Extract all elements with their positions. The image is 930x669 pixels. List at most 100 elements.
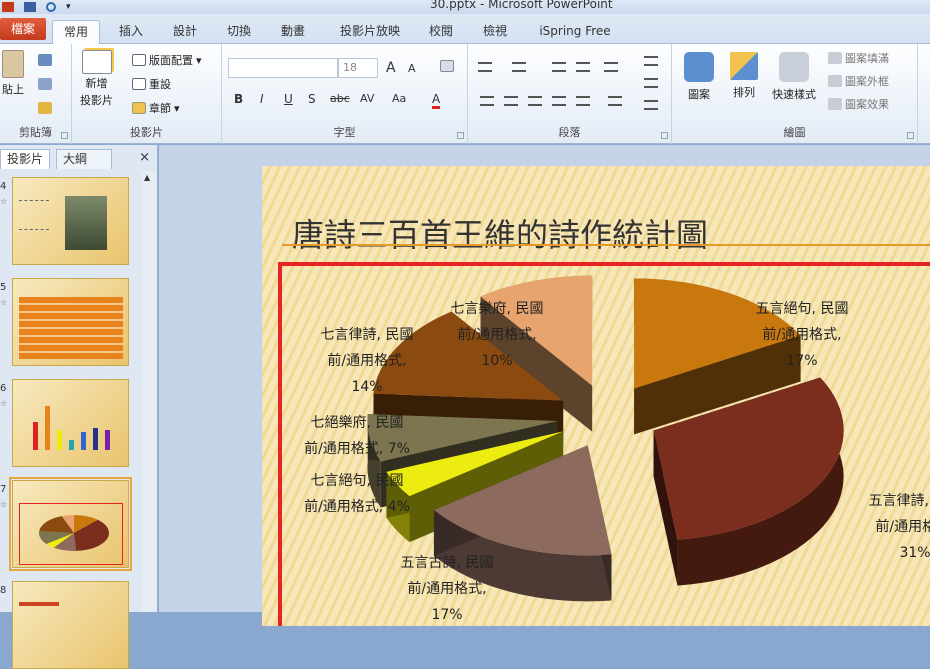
change-case-button[interactable]: Aa [392,92,406,105]
align-right-icon[interactable] [528,96,542,106]
data-label[interactable]: 七言樂府, 民國 前/通用格式, 10% [432,296,562,374]
shape-effects-button[interactable]: 圖案效果 [828,96,889,112]
data-label[interactable]: 五言律詩, 民國前/通用格式, 31% [830,488,930,566]
tab-file[interactable]: 檔案 [0,18,46,40]
strikethrough-button[interactable]: abc [330,92,350,105]
format-painter-icon[interactable] [38,102,52,114]
quick-styles-button[interactable]: 快速樣式 [772,52,816,102]
slides-panel: 投影片 大綱 × 4 ☆ 5 ☆ 6 ☆ 7 ☆ 8 ▲ [0,145,158,669]
font-size-select[interactable]: 18 [338,58,378,78]
quick-styles-icon [779,52,809,82]
shape-fill-button[interactable]: 圖案填滿 [828,50,889,66]
customize-qat-icon[interactable]: ▾ [66,2,74,12]
close-panel-icon[interactable]: × [139,150,150,165]
decrease-indent-icon[interactable] [552,62,566,72]
shape-effects-icon [828,98,842,110]
data-label-line: 七絕樂府, 民國 [310,415,404,431]
font-color-button[interactable]: A [432,92,441,109]
clear-formatting-icon[interactable] [440,60,454,72]
char-spacing-button[interactable]: AV [360,92,374,105]
shapes-button[interactable]: 圖案 [684,52,714,102]
columns-icon[interactable] [608,96,622,106]
copy-icon[interactable] [38,78,52,90]
slide-thumbnail-selected [9,477,132,571]
align-center-icon[interactable] [504,96,518,106]
data-label-line: 五言古詩, 民國 [400,555,494,571]
clipboard-launcher-icon[interactable] [61,132,68,139]
shape-fill-icon [828,52,842,64]
data-label-line: 前/通用格式, 4% [304,499,410,515]
bullets-icon[interactable] [478,62,492,72]
align-text-icon[interactable] [644,78,658,88]
tab-slides-panel[interactable]: 投影片 [0,149,50,169]
tab-design[interactable]: 設計 [162,20,208,44]
data-label[interactable]: 五言古詩, 民國 前/通用格式, 17% [372,550,522,626]
arrange-button[interactable]: 排列 [730,52,758,100]
smartart-icon[interactable] [644,100,658,110]
bold-button[interactable]: B [234,92,243,106]
shape-outline-icon [828,75,842,87]
shadow-button[interactable]: S [308,92,316,106]
font-name-select[interactable] [228,58,338,78]
line-spacing-icon[interactable] [604,62,618,72]
data-label[interactable]: 七絕樂府, 民國 前/通用格式, 7% [292,410,422,462]
justify-icon[interactable] [552,96,566,106]
section-icon [132,102,146,114]
tab-ispring[interactable]: iSpring Free [530,20,620,44]
paste-button[interactable]: 貼上 [2,50,24,97]
shape-outline-button[interactable]: 圖案外框 [828,73,889,89]
shapes-icon [684,52,714,82]
font-launcher-icon[interactable] [457,132,464,139]
tab-transitions[interactable]: 切換 [216,20,262,44]
layout-icon [132,54,146,66]
tab-view[interactable]: 檢視 [472,20,518,44]
slide-thumbnail [12,581,129,669]
slide-title[interactable]: 唐詩三百首王維的詩作統計圖 [292,210,708,256]
italic-button[interactable]: I [260,92,264,106]
data-label[interactable]: 七言絕句, 民國 前/通用格式, 4% [292,468,422,520]
ribbon: 貼上 剪貼簿 新增 投影片 版面配置 ▾ 重設 章節 ▾ 投影片 18 A A … [0,44,930,144]
scroll-up-icon[interactable]: ▲ [144,173,150,182]
tab-outline-panel[interactable]: 大綱 [56,149,112,169]
undo-icon[interactable] [46,2,56,12]
numbering-icon[interactable] [512,62,526,72]
tab-slideshow[interactable]: 投影片放映 [330,20,410,44]
paragraph-launcher-icon[interactable] [661,132,668,139]
data-label-line: 前/通用格式, [407,581,487,597]
shrink-font-button[interactable]: A [408,62,416,75]
data-label-line: 31% [899,545,930,561]
slide[interactable]: 唐詩三百首王維的詩作統計圖 五言絕句, 民國前/通用格式, 17% 五言律詩, 民國… [262,166,930,626]
title-bar: ▾ 30.pptx - Microsoft PowerPoint [0,0,930,14]
data-label-line: 14% [351,379,383,395]
clipboard-group: 貼上 剪貼簿 [0,44,72,144]
reset-button[interactable]: 重設 [132,76,171,92]
section-button[interactable]: 章節 ▾ [132,100,180,116]
data-label-line: 七言絕句, 民國 [310,473,404,489]
data-label[interactable]: 五言絕句, 民國 前/通用格式, 17% [722,296,882,374]
data-label-line: 前/通用格式, [457,327,537,343]
new-slide-button[interactable]: 新增 投影片 [80,50,113,108]
tab-home[interactable]: 常用 [52,20,100,44]
data-label[interactable]: 七言律詩, 民國 前/通用格式, 14% [302,322,432,400]
title-underline [282,244,930,246]
distributed-icon[interactable] [576,96,590,106]
drawing-group: 圖案 排列 快速樣式 圖案填滿 圖案外框 圖案效果 繪圖 [672,44,918,144]
save-icon[interactable] [24,2,36,12]
increase-indent-icon[interactable] [576,62,590,72]
layout-button[interactable]: 版面配置 ▾ [132,52,202,68]
data-label-line: 前/通用格式, [327,353,407,369]
underline-button[interactable]: U [284,92,293,106]
slides-group-label: 投影片 [130,126,163,139]
cut-icon[interactable] [38,54,52,66]
grow-font-button[interactable]: A [386,60,396,76]
panel-scrollbar[interactable]: ▲ [141,171,156,612]
paste-icon [2,50,24,78]
chart-frame[interactable]: 五言絕句, 民國前/通用格式,17% 五言律詩, 民國前/通用格式,31% 五言古詩… [278,262,930,626]
align-left-icon[interactable] [480,96,494,106]
tab-insert[interactable]: 插入 [108,20,154,44]
tab-animations[interactable]: 動畫 [270,20,316,44]
text-direction-icon[interactable] [644,56,658,66]
data-label-line: 前/通用格式, 7% [304,441,410,457]
drawing-launcher-icon[interactable] [907,132,914,139]
tab-review[interactable]: 校閱 [418,20,464,44]
